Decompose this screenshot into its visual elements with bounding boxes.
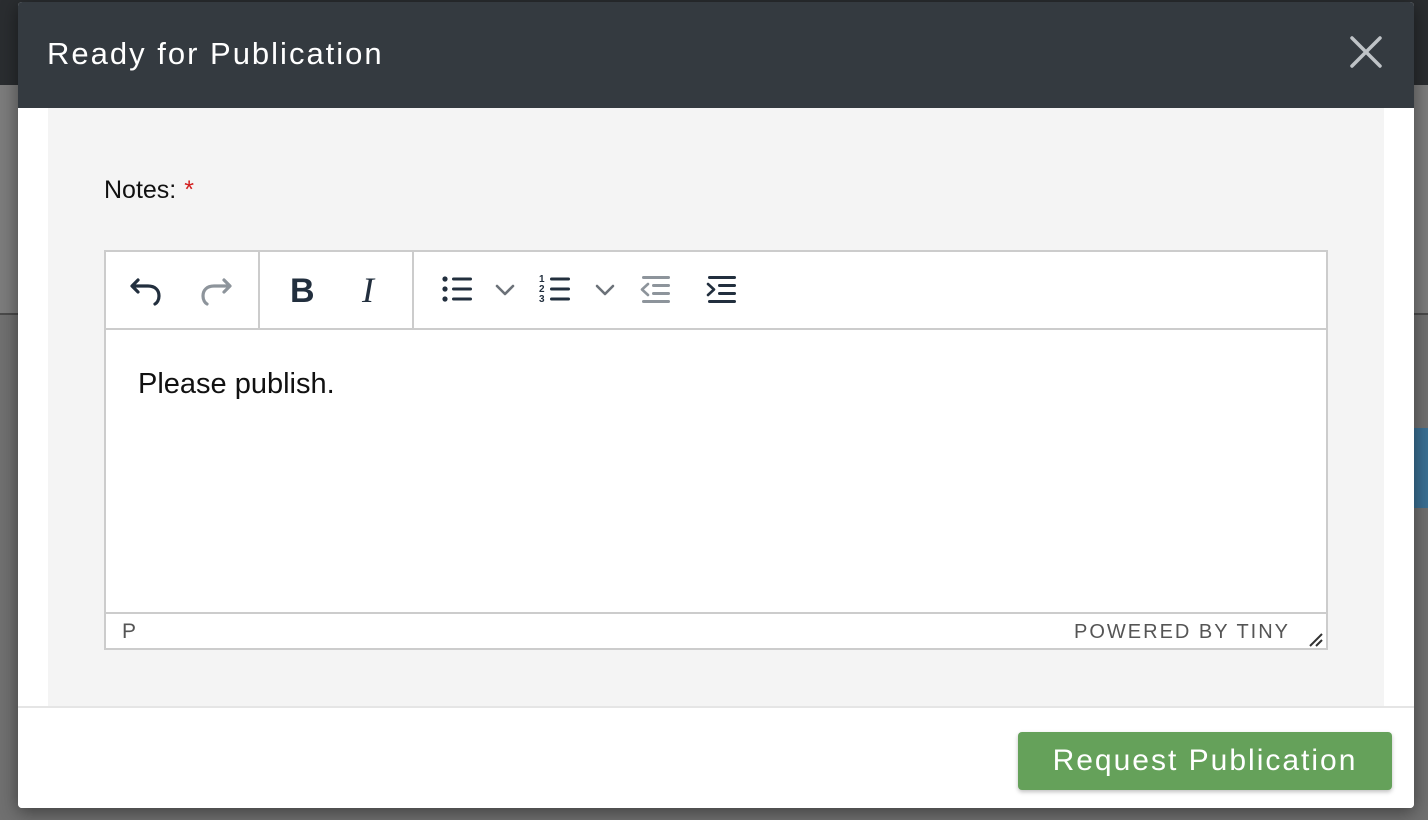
redo-button[interactable] bbox=[194, 268, 238, 312]
svg-text:I: I bbox=[361, 272, 376, 308]
numbered-list-icon: 1 2 3 bbox=[539, 274, 570, 305]
resize-handle[interactable] bbox=[1306, 630, 1324, 648]
chevron-down-icon bbox=[495, 284, 515, 296]
outdent-icon bbox=[640, 276, 670, 303]
svg-text:B: B bbox=[290, 272, 315, 308]
modal-title: Ready for Publication bbox=[47, 36, 384, 71]
italic-icon: I bbox=[361, 272, 376, 308]
toolbar-separator bbox=[412, 252, 414, 328]
rich-text-editor: B I 1 2 3 Please publish. P POWERED BY T… bbox=[104, 250, 1328, 650]
powered-by-link[interactable]: POWERED BY TINY bbox=[1074, 621, 1290, 644]
svg-text:3: 3 bbox=[539, 294, 545, 305]
indent-button[interactable] bbox=[700, 268, 744, 312]
numbered-list-button[interactable]: 1 2 3 bbox=[534, 268, 578, 312]
notes-label: Notes: * bbox=[104, 176, 194, 205]
bullet-list-button[interactable] bbox=[436, 268, 480, 312]
indent-icon bbox=[706, 276, 736, 303]
undo-icon bbox=[130, 278, 161, 306]
close-icon bbox=[1350, 36, 1382, 68]
notes-label-text: Notes: bbox=[104, 176, 177, 204]
background-button bbox=[1414, 428, 1428, 508]
bullet-list-icon bbox=[442, 276, 472, 302]
editor-statusbar: P POWERED BY TINY bbox=[106, 612, 1326, 650]
undo-button[interactable] bbox=[124, 268, 168, 312]
bold-icon: B bbox=[290, 272, 315, 308]
bullet-list-dropdown[interactable] bbox=[490, 268, 520, 312]
modal-header: Ready for Publication bbox=[18, 2, 1414, 108]
modal-body: Notes: * B I 1 2 3 Please publish. P POW… bbox=[48, 108, 1384, 706]
resize-grip-icon bbox=[1309, 633, 1323, 647]
request-publication-button[interactable]: Request Publication bbox=[1018, 732, 1392, 790]
outdent-button[interactable] bbox=[634, 268, 678, 312]
editor-content-area[interactable]: Please publish. bbox=[106, 330, 1326, 612]
editor-content-text[interactable]: Please publish. bbox=[138, 368, 335, 401]
italic-button[interactable]: I bbox=[348, 268, 392, 312]
toolbar-separator bbox=[258, 252, 260, 328]
numbered-list-dropdown[interactable] bbox=[590, 268, 620, 312]
element-path[interactable]: P bbox=[122, 620, 136, 644]
required-marker: * bbox=[184, 176, 194, 204]
editor-toolbar: B I 1 2 3 bbox=[106, 252, 1326, 330]
bold-button[interactable]: B bbox=[280, 268, 324, 312]
close-button[interactable] bbox=[1346, 32, 1386, 72]
modal-footer: Request Publication bbox=[18, 706, 1414, 808]
redo-icon bbox=[201, 278, 232, 306]
publication-modal: Ready for Publication Notes: * B I 1 2 3… bbox=[18, 2, 1414, 808]
chevron-down-icon bbox=[595, 284, 615, 296]
